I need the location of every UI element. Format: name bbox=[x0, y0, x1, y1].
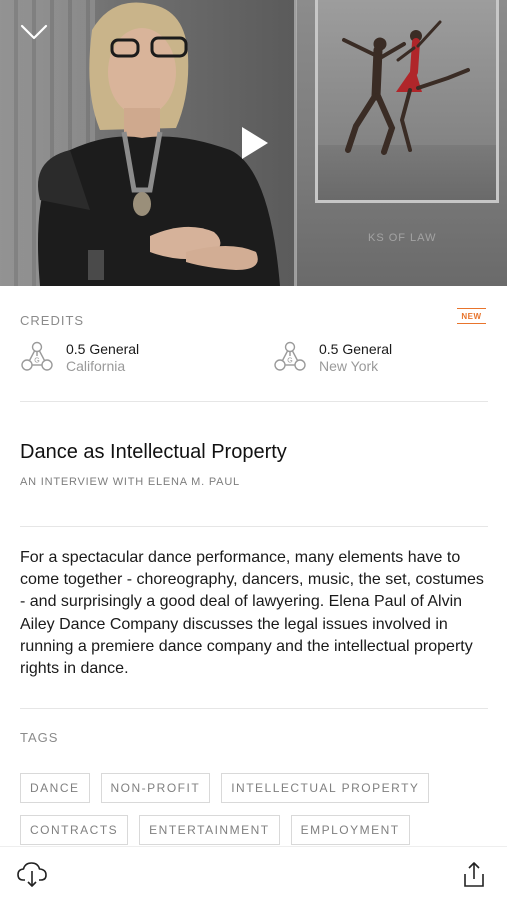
tag-contracts[interactable]: CONTRACTS bbox=[20, 815, 129, 845]
collapse-button[interactable] bbox=[18, 18, 50, 46]
tags-label: TAGS bbox=[20, 730, 59, 745]
divider bbox=[20, 526, 488, 527]
credit-item-new-york: G 0.5 General New York bbox=[273, 341, 392, 377]
video-watermark: KS OF LAW bbox=[368, 232, 437, 244]
dance-poster-image bbox=[318, 0, 496, 200]
share-button[interactable] bbox=[458, 859, 490, 889]
credit-state: New York bbox=[319, 358, 379, 374]
credit-item-california: G 0.5 General California bbox=[20, 341, 139, 377]
credit-amount: 0.5 General bbox=[319, 341, 393, 357]
chevron-down-icon bbox=[20, 24, 48, 40]
tag-non-profit[interactable]: NON-PROFIT bbox=[100, 773, 211, 803]
divider bbox=[20, 708, 488, 709]
tag-entertainment[interactable]: ENTERTAINMENT bbox=[139, 815, 280, 845]
cloud-download-icon bbox=[17, 862, 47, 887]
svg-text:G: G bbox=[287, 358, 292, 365]
tag-list: DANCE NON-PROFIT INTELLECTUAL PROPERTY C… bbox=[20, 773, 490, 845]
general-credit-icon: G bbox=[21, 341, 53, 371]
tag-employment[interactable]: EMPLOYMENT bbox=[290, 815, 410, 845]
share-icon bbox=[464, 862, 484, 887]
svg-text:G: G bbox=[34, 358, 39, 365]
play-icon bbox=[242, 127, 268, 159]
credit-amount: 0.5 General bbox=[66, 341, 140, 357]
tag-dance[interactable]: DANCE bbox=[20, 773, 90, 803]
credits-label: CREDITS bbox=[20, 313, 85, 328]
course-subtitle: AN INTERVIEW WITH ELENA M. PAUL bbox=[20, 476, 240, 488]
credit-state: California bbox=[66, 358, 126, 374]
video-player[interactable]: KS OF LAW bbox=[0, 0, 507, 286]
new-badge: NEW bbox=[457, 308, 486, 324]
tag-intellectual-property[interactable]: INTELLECTUAL PROPERTY bbox=[221, 773, 430, 803]
play-button[interactable] bbox=[232, 118, 278, 168]
general-credit-icon: G bbox=[274, 341, 306, 371]
course-description: For a spectacular dance performance, man… bbox=[20, 549, 484, 678]
download-button[interactable] bbox=[16, 859, 48, 889]
course-title: Dance as Intellectual Property bbox=[20, 441, 287, 463]
divider bbox=[20, 401, 488, 402]
bottom-toolbar bbox=[0, 846, 507, 900]
screen: KS OF LAW CREDITS NEW G 0.5 General Cali… bbox=[0, 0, 507, 900]
